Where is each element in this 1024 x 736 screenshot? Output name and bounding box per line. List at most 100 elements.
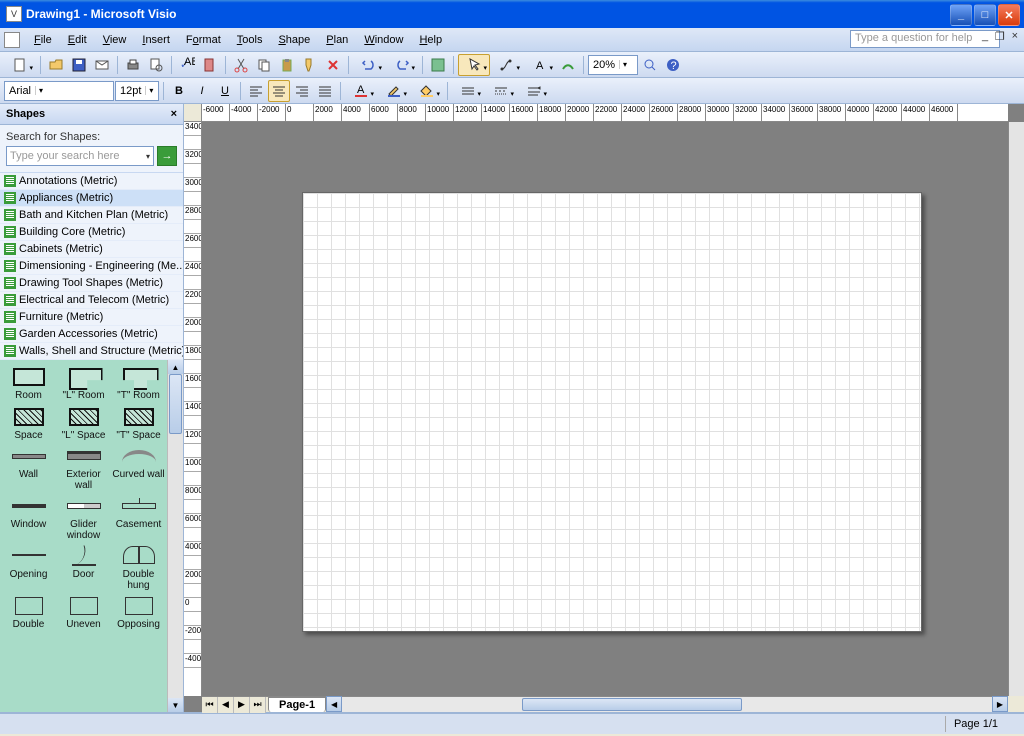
stencil-item[interactable]: Cabinets (Metric) — [0, 241, 183, 258]
shape-cell[interactable]: Curved wall — [112, 443, 165, 491]
shape-cell[interactable]: Double hung — [112, 543, 165, 591]
shape-cell[interactable]: "L" Space — [57, 404, 110, 442]
line-weight-button[interactable]: ▾ — [452, 80, 484, 102]
vertical-scrollbar[interactable] — [1008, 122, 1024, 696]
shapes-pane-close-icon[interactable]: × — [171, 108, 177, 120]
open-button[interactable] — [45, 54, 67, 76]
paste-button[interactable] — [276, 54, 298, 76]
zoom-combo[interactable]: 20%▾ — [588, 55, 638, 75]
shape-cell[interactable]: Window — [2, 493, 55, 541]
stencil-item[interactable]: Appliances (Metric) — [0, 190, 183, 207]
help-search-input[interactable]: Type a question for help — [850, 30, 1000, 48]
menu-file[interactable]: File — [26, 31, 60, 49]
hscroll-thumb[interactable] — [522, 698, 742, 711]
last-page-button[interactable]: ⏭ — [250, 697, 266, 713]
stencil-item[interactable]: Walls, Shell and Structure (Metric) — [0, 343, 183, 360]
hscroll-left-button[interactable]: ◀ — [326, 696, 342, 712]
mdi-close[interactable]: × — [1012, 30, 1018, 43]
close-button[interactable]: ✕ — [998, 4, 1020, 26]
stencil-item[interactable]: Electrical and Telecom (Metric) — [0, 292, 183, 309]
print-preview-button[interactable] — [145, 54, 167, 76]
shape-cell[interactable]: Opposing — [112, 593, 165, 631]
align-justify-button[interactable] — [314, 80, 336, 102]
line-ends-button[interactable]: ▾ — [518, 80, 550, 102]
menu-format[interactable]: Format — [178, 31, 229, 49]
document-icon[interactable] — [4, 32, 20, 48]
save-button[interactable] — [68, 54, 90, 76]
line-color-button[interactable]: ▾ — [378, 80, 410, 102]
shape-cell[interactable]: Exterior wall — [57, 443, 110, 491]
format-painter-button[interactable] — [299, 54, 321, 76]
delete-button[interactable] — [322, 54, 344, 76]
shape-cell[interactable]: "L" Room — [57, 364, 110, 402]
menu-tools[interactable]: Tools — [229, 31, 271, 49]
menu-plan[interactable]: Plan — [318, 31, 356, 49]
shape-cell[interactable]: Door — [57, 543, 110, 591]
scroll-up-icon[interactable]: ▲ — [168, 360, 183, 374]
mdi-minimize[interactable]: _ — [982, 30, 988, 43]
menu-shape[interactable]: Shape — [270, 31, 318, 49]
pointer-tool-button[interactable]: ▾ — [458, 54, 490, 76]
font-name-combo[interactable]: Arial▾ — [4, 81, 114, 101]
shape-cell[interactable]: Room — [2, 364, 55, 402]
stencil-item[interactable]: Drawing Tool Shapes (Metric) — [0, 275, 183, 292]
shape-cell[interactable]: "T" Room — [112, 364, 165, 402]
print-button[interactable] — [122, 54, 144, 76]
bold-button[interactable]: B — [168, 80, 190, 102]
stencil-item[interactable]: Annotations (Metric) — [0, 173, 183, 190]
new-button[interactable]: ▾ — [4, 54, 36, 76]
shape-cell[interactable]: "T" Space — [112, 404, 165, 442]
hscroll-right-button[interactable]: ▶ — [992, 696, 1008, 712]
shapes-window-button[interactable] — [427, 54, 449, 76]
page-tab[interactable]: Page-1 — [268, 697, 326, 712]
research-button[interactable] — [199, 54, 221, 76]
minimize-button[interactable]: _ — [950, 4, 972, 26]
help-button[interactable]: ? — [662, 54, 684, 76]
shape-cell[interactable]: Double — [2, 593, 55, 631]
next-page-button[interactable]: ▶ — [234, 697, 250, 713]
zoom-dialog-button[interactable] — [639, 54, 661, 76]
shape-cell[interactable]: Wall — [2, 443, 55, 491]
align-left-button[interactable] — [245, 80, 267, 102]
maximize-button[interactable]: □ — [974, 4, 996, 26]
shape-cell[interactable]: Casement — [112, 493, 165, 541]
line-pattern-button[interactable]: ▾ — [485, 80, 517, 102]
drawing-page[interactable] — [302, 192, 922, 632]
menu-window[interactable]: Window — [356, 31, 411, 49]
stencil-item[interactable]: Bath and Kitchen Plan (Metric) — [0, 207, 183, 224]
fill-color-button[interactable]: ▾ — [411, 80, 443, 102]
scroll-down-icon[interactable]: ▼ — [168, 698, 183, 712]
undo-button[interactable]: ▾ — [353, 54, 385, 76]
stencil-item[interactable]: Dimensioning - Engineering (Me... — [0, 258, 183, 275]
shape-cell[interactable]: Opening — [2, 543, 55, 591]
spelling-button[interactable]: ✓ABC — [176, 54, 198, 76]
cut-button[interactable] — [230, 54, 252, 76]
menu-help[interactable]: Help — [411, 31, 450, 49]
stencil-item[interactable]: Building Core (Metric) — [0, 224, 183, 241]
gallery-scrollbar[interactable]: ▲ ▼ — [167, 360, 183, 712]
mdi-restore[interactable]: ❐ — [995, 30, 1005, 43]
shapes-search-input[interactable]: Type your search here▾ — [6, 146, 154, 166]
redo-button[interactable]: ▾ — [386, 54, 418, 76]
shapes-search-go-button[interactable]: → — [157, 146, 177, 166]
connector-tool-button[interactable]: ▾ — [491, 54, 523, 76]
stencil-item[interactable]: Garden Accessories (Metric) — [0, 326, 183, 343]
ink-tool-button[interactable] — [557, 54, 579, 76]
underline-button[interactable]: U — [214, 80, 236, 102]
shape-cell[interactable]: Glider window — [57, 493, 110, 541]
stencil-item[interactable]: Furniture (Metric) — [0, 309, 183, 326]
menu-view[interactable]: View — [95, 31, 135, 49]
scroll-thumb[interactable] — [169, 374, 182, 434]
shape-cell[interactable]: Space — [2, 404, 55, 442]
font-size-combo[interactable]: 12pt▾ — [115, 81, 159, 101]
prev-page-button[interactable]: ◀ — [218, 697, 234, 713]
hscroll-track[interactable] — [342, 696, 992, 712]
menu-edit[interactable]: Edit — [60, 31, 95, 49]
align-right-button[interactable] — [291, 80, 313, 102]
align-center-button[interactable] — [268, 80, 290, 102]
shape-cell[interactable]: Uneven — [57, 593, 110, 631]
menu-insert[interactable]: Insert — [134, 31, 178, 49]
canvas-viewport[interactable] — [202, 122, 1008, 696]
first-page-button[interactable]: ⏮ — [202, 697, 218, 713]
font-color-button[interactable]: A▾ — [345, 80, 377, 102]
